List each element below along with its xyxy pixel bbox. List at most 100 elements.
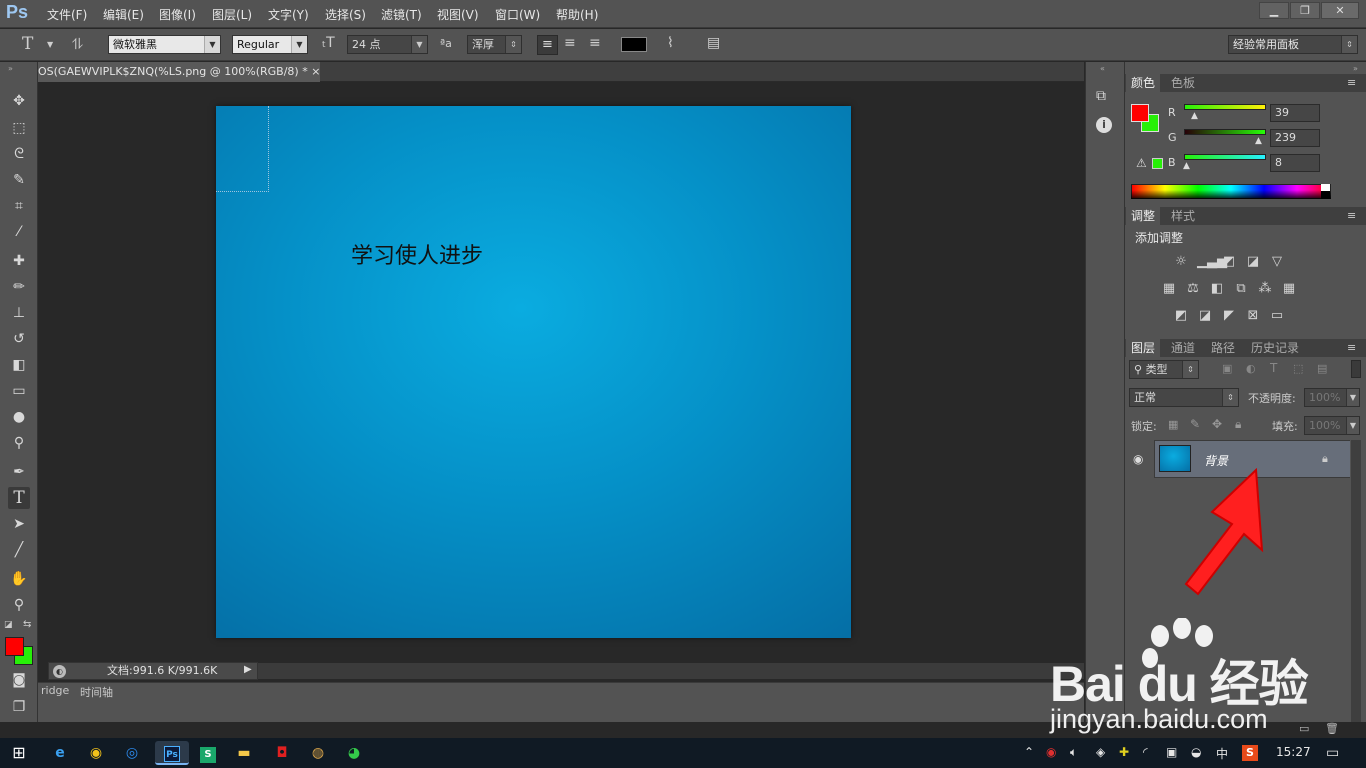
acrobat-icon[interactable]: ◘	[269, 741, 295, 765]
type-tool-preset-icon[interactable]: T	[22, 34, 33, 54]
canvas[interactable]	[216, 106, 851, 638]
panel-collapse-icon[interactable]: »	[8, 64, 13, 73]
history-icon[interactable]: ⧉	[1096, 88, 1106, 104]
hand-tool-icon[interactable]: ✋	[8, 568, 30, 590]
path-select-tool-icon[interactable]: ➤	[8, 513, 30, 535]
menu-layer[interactable]: 图层(L)	[212, 6, 252, 23]
pen-tool-icon[interactable]: ✒	[8, 461, 30, 483]
menu-file[interactable]: 文件(F)	[47, 6, 87, 23]
color-lookup-icon[interactable]: ▦	[1281, 282, 1297, 296]
filter-toggle[interactable]	[1351, 360, 1361, 378]
move-tool-icon[interactable]: ✥	[8, 90, 30, 112]
vibrance-icon[interactable]: ▽	[1269, 255, 1285, 269]
align-right-icon[interactable]: ≡	[589, 35, 601, 51]
default-colors-icon[interactable]: ◪	[4, 620, 13, 630]
lasso-tool-icon[interactable]: ᘓ	[8, 143, 30, 165]
document-tab[interactable]: OS(GAEWVIPLK$ZNQ(%LS.png @ 100%(RGB/8) *…	[38, 62, 320, 82]
tab-adjustments[interactable]: 调整	[1126, 207, 1161, 225]
blue-value-input[interactable]: 8	[1270, 154, 1320, 172]
tray-security-icon[interactable]: ◉	[1046, 745, 1056, 759]
delete-layer-icon[interactable]: 🗑︎	[1325, 722, 1339, 735]
chevron-down-icon[interactable]: ▼	[47, 40, 53, 49]
dodge-tool-icon[interactable]: ⚲	[8, 432, 30, 454]
notification-icon[interactable]: ▭	[1326, 745, 1339, 761]
align-center-icon[interactable]: ≡	[564, 35, 576, 51]
type-tool-icon[interactable]: T	[8, 487, 30, 509]
tab-swatches[interactable]: 色板	[1166, 74, 1200, 92]
threshold-icon[interactable]: ◤	[1221, 309, 1237, 323]
text-color-swatch[interactable]	[621, 37, 647, 52]
character-panel-icon[interactable]: ▤	[707, 35, 720, 51]
black-swatch[interactable]	[1321, 191, 1330, 199]
status-arrow-icon[interactable]: ▶	[244, 664, 252, 675]
curves-icon[interactable]: ◩	[1221, 255, 1237, 269]
marquee-tool-icon[interactable]: ⬚	[8, 117, 30, 139]
wechat-icon[interactable]: ◕	[341, 741, 367, 765]
close-button[interactable]: ✕	[1321, 2, 1359, 19]
antialias-select[interactable]: 浑厚 ⇕	[467, 35, 522, 54]
photoshop-taskbar-icon[interactable]: Ps	[155, 741, 189, 765]
selective-color-icon[interactable]: ⊠	[1245, 309, 1261, 323]
menu-image[interactable]: 图像(I)	[159, 6, 196, 23]
blur-tool-icon[interactable]: ●	[8, 406, 30, 428]
tab-timeline[interactable]: 时间轴	[80, 684, 113, 700]
panel-foreground-swatch[interactable]	[1131, 104, 1149, 122]
filter-pixel-icon[interactable]: ▣	[1222, 362, 1232, 375]
quick-select-tool-icon[interactable]: ✎	[8, 169, 30, 191]
menu-window[interactable]: 窗口(W)	[495, 6, 540, 23]
layers-scrollbar[interactable]	[1351, 440, 1361, 722]
font-style-select[interactable]: Regular ▼	[232, 35, 308, 54]
wps-sheet-icon[interactable]: S	[195, 741, 221, 765]
lock-all-icon[interactable]: 🔒︎	[1235, 417, 1241, 432]
stamp-tool-icon[interactable]: ⊥	[8, 302, 30, 324]
tab-layers[interactable]: 图层	[1126, 339, 1161, 357]
browser-app-icon[interactable]: ◍	[305, 741, 331, 765]
tab-channels[interactable]: 通道	[1166, 339, 1200, 357]
filter-shape-icon[interactable]: ⬚	[1293, 362, 1303, 375]
workspace-select[interactable]: 经验常用面板 ⇕	[1228, 35, 1358, 54]
restore-button[interactable]: ❐	[1290, 2, 1320, 19]
healing-brush-tool-icon[interactable]: ✚	[8, 250, 30, 272]
filter-type-icon[interactable]: T	[1270, 361, 1277, 375]
gamut-swatch[interactable]	[1152, 158, 1163, 169]
red-value-input[interactable]: 39	[1270, 104, 1320, 122]
wifi-icon[interactable]: ◜	[1143, 745, 1148, 759]
status-menu-icon[interactable]: ◐	[53, 665, 66, 678]
brightness-icon[interactable]: ☼	[1173, 255, 1189, 269]
menu-help[interactable]: 帮助(H)	[556, 6, 598, 23]
posterize-icon[interactable]: ◪	[1197, 309, 1213, 323]
lock-pixels-icon[interactable]: ✎	[1190, 417, 1200, 431]
align-left-icon[interactable]: ≡	[537, 35, 558, 55]
opacity-input[interactable]: 100% ▼	[1304, 388, 1360, 407]
color-balance-icon[interactable]: ⚖	[1185, 282, 1201, 296]
filter-adjustment-icon[interactable]: ◐	[1246, 362, 1256, 375]
panel-menu-icon[interactable]: ≡	[1347, 341, 1356, 354]
layer-name[interactable]: 背景	[1204, 452, 1228, 469]
gradient-tool-icon[interactable]: ▭	[8, 380, 30, 402]
warp-text-icon[interactable]: ⌇	[667, 35, 674, 51]
tab-paths[interactable]: 路径	[1206, 339, 1240, 357]
tray-shield-icon[interactable]: ◈	[1096, 745, 1105, 759]
canvas-text-layer[interactable]: 学习使人进步	[351, 238, 483, 270]
font-size-select[interactable]: 24 点 ▼	[347, 35, 428, 54]
menu-edit[interactable]: 编辑(E)	[103, 6, 144, 23]
volume-icon[interactable]: 🔈︎	[1070, 745, 1077, 760]
invert-icon[interactable]: ◩	[1173, 309, 1189, 323]
green-slider[interactable]	[1184, 129, 1266, 135]
tab-mini-bridge[interactable]: ridge	[38, 684, 73, 697]
ime-indicator[interactable]: 中	[1216, 745, 1228, 762]
menu-view[interactable]: 视图(V)	[437, 6, 479, 23]
screen-mode-icon[interactable]: ❐	[8, 696, 30, 718]
chrome-icon[interactable]: ◉	[83, 741, 109, 765]
hue-saturation-icon[interactable]: ▦	[1161, 282, 1177, 296]
eraser-tool-icon[interactable]: ◧	[8, 354, 30, 376]
quick-mask-icon[interactable]: ◙	[8, 669, 30, 691]
clock[interactable]: 15:27	[1276, 745, 1311, 759]
gamut-warning-icon[interactable]: ⚠	[1136, 156, 1147, 170]
layer-filter-select[interactable]: ⚲ 类型 ⇕	[1129, 360, 1199, 379]
font-family-select[interactable]: 微软雅黑 ▼	[108, 35, 221, 54]
brush-tool-icon[interactable]: ✏	[8, 276, 30, 298]
tab-color[interactable]: 颜色	[1126, 74, 1161, 92]
minimize-button[interactable]: ▁	[1259, 2, 1289, 19]
history-brush-tool-icon[interactable]: ↺	[8, 328, 30, 350]
